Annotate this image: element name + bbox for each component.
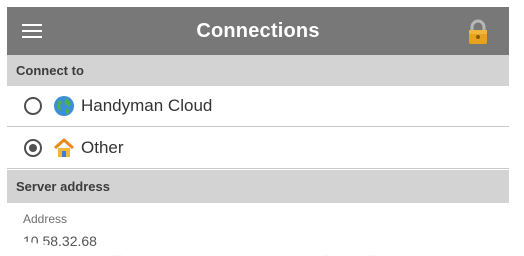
home-icon xyxy=(54,138,74,157)
option-handyman-cloud[interactable]: Handyman Cloud xyxy=(7,86,509,127)
globe-icon xyxy=(54,96,74,116)
option-label: Other xyxy=(81,138,124,157)
option-other[interactable]: Other xyxy=(7,128,509,169)
other-radio[interactable] xyxy=(24,139,42,157)
connections-screen: Connections Connect to Handyman Cloud Ot… xyxy=(7,7,509,256)
address-field[interactable]: Address 10.58.32.68 xyxy=(7,204,509,256)
address-value[interactable]: 10.58.32.68 xyxy=(23,233,97,249)
page-title: Connections xyxy=(196,19,320,42)
connect-to-header: Connect to xyxy=(7,55,509,86)
address-label: Address xyxy=(23,212,68,226)
hamburger-menu-icon[interactable] xyxy=(22,24,42,38)
option-label: Handyman Cloud xyxy=(81,96,213,115)
app-bar: Connections xyxy=(7,7,509,55)
handyman-cloud-radio[interactable] xyxy=(24,97,42,115)
server-address-header: Server address xyxy=(7,170,509,203)
lock-icon[interactable] xyxy=(467,19,489,45)
